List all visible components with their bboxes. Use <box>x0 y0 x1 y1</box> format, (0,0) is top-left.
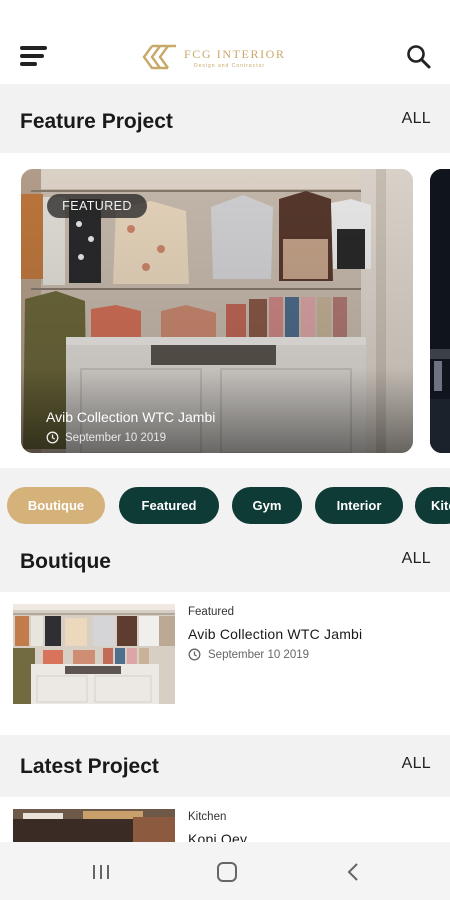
feature-card[interactable]: FEATURED Avib Collection WTC Jambi Septe… <box>21 169 413 453</box>
chip-gym[interactable]: Gym <box>232 487 302 524</box>
boutique-header: Boutique ALL <box>0 530 450 592</box>
list-item-title: Avib Collection WTC Jambi <box>188 626 363 642</box>
clock-icon <box>46 431 59 444</box>
chip-featured[interactable]: Featured <box>119 487 219 524</box>
boutique-all-link[interactable]: ALL <box>402 550 431 568</box>
hamburger-menu-icon[interactable] <box>20 44 48 68</box>
logo-mark-icon <box>142 44 176 70</box>
feature-card-date: September 10 2019 <box>46 431 166 444</box>
list-item-date: September 10 2019 <box>188 648 309 661</box>
home-icon[interactable] <box>212 859 242 885</box>
system-nav-bar <box>0 842 450 900</box>
feature-all-link[interactable]: ALL <box>402 110 431 128</box>
chip-kitchen[interactable]: Kitchen <box>415 487 450 524</box>
category-chips: Boutique Featured Gym Interior Kitchen <box>0 486 450 526</box>
list-item-category: Kitchen <box>188 811 227 823</box>
featured-badge: FEATURED <box>47 194 147 218</box>
list-item-thumbnail <box>13 604 175 704</box>
feature-project-header: Feature Project ALL <box>0 90 450 152</box>
chip-boutique[interactable]: Boutique <box>7 487 105 524</box>
brand-subtitle: Design and Contractor <box>194 63 266 69</box>
feature-date-text: September 10 2019 <box>65 431 167 444</box>
next-feature-card[interactable] <box>430 169 450 453</box>
list-item[interactable]: Featured Avib Collection WTC Jambi Septe… <box>0 604 450 714</box>
boutique-list: Featured Avib Collection WTC Jambi Septe… <box>0 592 450 735</box>
next-card-image <box>430 169 450 453</box>
feature-carousel: FEATURED Avib Collection WTC Jambi Septe… <box>0 153 450 468</box>
list-item-date-text: September 10 2019 <box>208 648 310 661</box>
list-item-category: Featured <box>188 606 235 618</box>
section-title: Boutique <box>20 550 111 573</box>
app-bar: FCG INTERIOR Design and Contractor <box>0 0 450 84</box>
chip-interior[interactable]: Interior <box>315 487 403 524</box>
section-title: Latest Project <box>20 755 159 778</box>
brand-title: FCG INTERIOR <box>184 47 286 61</box>
clock-icon <box>188 648 201 661</box>
brand-logo: FCG INTERIOR Design and Contractor <box>142 44 302 70</box>
section-title: Feature Project <box>20 110 173 133</box>
recents-icon[interactable] <box>87 859 117 885</box>
search-icon[interactable] <box>405 44 433 70</box>
latest-project-header: Latest Project ALL <box>0 735 450 797</box>
feature-card-title: Avib Collection WTC Jambi <box>46 409 216 425</box>
latest-all-link[interactable]: ALL <box>402 755 431 773</box>
back-icon[interactable] <box>338 859 368 885</box>
